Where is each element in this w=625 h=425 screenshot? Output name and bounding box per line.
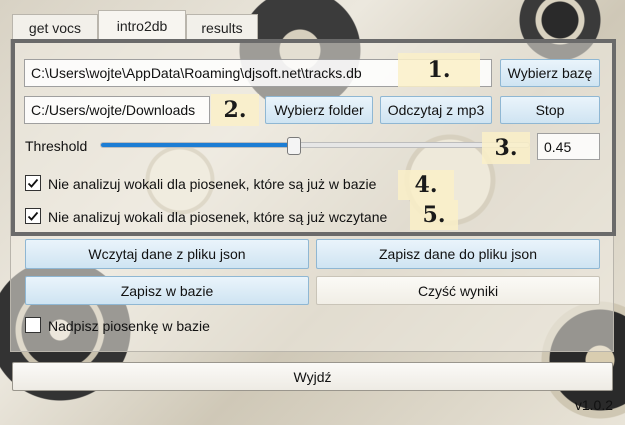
select-db-button[interactable]: Wybierz bazę — [500, 59, 600, 87]
version-label: v1.0.2 — [574, 397, 613, 413]
overwrite-song-label: Nadpisz piosenkę w bazie — [48, 318, 210, 334]
skip-vocals-loaded-label: Nie analizuj wokali dla piosenek, które … — [48, 209, 388, 225]
threshold-slider-handle[interactable] — [286, 137, 301, 155]
skip-vocals-in-db-label: Nie analizuj wokali dla piosenek, które … — [48, 176, 377, 192]
save-json-button[interactable]: Zapisz dane do pliku json — [316, 239, 600, 269]
threshold-value-input[interactable]: 0.45 — [537, 133, 600, 160]
load-json-button[interactable]: Wczytaj dane z pliku json — [25, 239, 309, 269]
threshold-slider-track[interactable] — [100, 142, 530, 148]
clear-results-button[interactable]: Czyść wyniki — [316, 276, 600, 305]
threshold-label: Threshold — [25, 138, 88, 154]
marker-2: 2. — [211, 94, 259, 126]
tab-get-vocs[interactable]: get vocs — [12, 14, 98, 40]
folder-path-field[interactable]: C:/Users/wojte/Downloads — [24, 96, 210, 124]
save-db-button[interactable]: Zapisz w bazie — [25, 276, 309, 305]
select-folder-button[interactable]: Wybierz folder — [265, 96, 373, 124]
skip-vocals-loaded-checkbox[interactable] — [25, 208, 41, 224]
checkmark-icon — [27, 178, 39, 188]
marker-3: 3. — [482, 132, 530, 164]
read-mp3-button[interactable]: Odczytaj z mp3 — [380, 96, 492, 124]
skip-vocals-in-db-checkbox[interactable] — [25, 175, 41, 191]
tab-results[interactable]: results — [186, 14, 258, 40]
marker-5: 5. — [410, 200, 458, 230]
threshold-slider-fill — [101, 143, 294, 147]
exit-button[interactable]: Wyjdź — [12, 362, 613, 391]
tab-intro2db[interactable]: intro2db — [98, 10, 186, 42]
marker-4: 4. — [398, 170, 454, 200]
stop-button[interactable]: Stop — [500, 96, 600, 124]
checkmark-icon — [27, 211, 39, 221]
marker-1: 1. — [398, 53, 480, 87]
overwrite-song-checkbox[interactable] — [25, 317, 41, 333]
